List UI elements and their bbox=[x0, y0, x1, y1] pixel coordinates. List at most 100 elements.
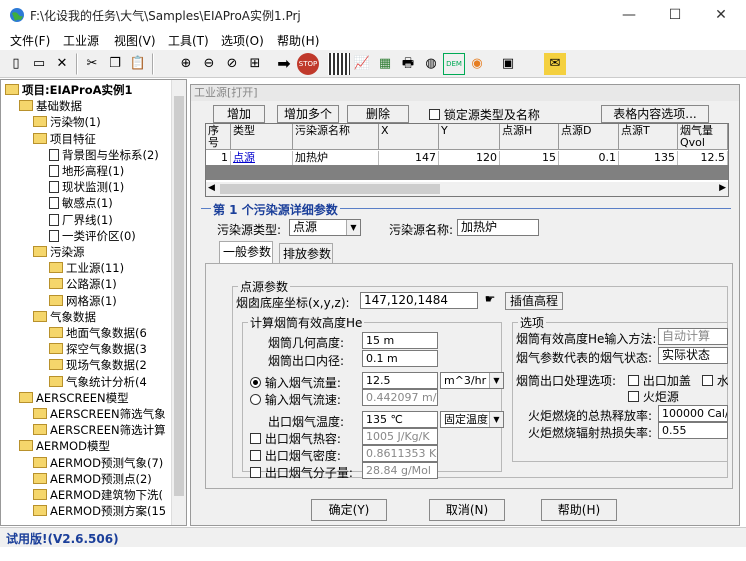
tab-emission[interactable]: 排放参数 bbox=[279, 243, 333, 263]
interp-elevation-button[interactable]: 插值高程 bbox=[505, 292, 563, 310]
table-cell[interactable]: 0.1 bbox=[559, 151, 619, 165]
delete-icon[interactable]: ✕ bbox=[51, 53, 73, 75]
col-header[interactable]: X bbox=[379, 124, 439, 150]
add-button[interactable]: 增加 bbox=[213, 105, 265, 123]
tree-item[interactable]: AERSCREEN筛选计算 bbox=[33, 422, 166, 438]
menu-file[interactable]: 文件(F) bbox=[10, 32, 50, 49]
flare-checkbox[interactable]: 火炬源 bbox=[628, 388, 679, 405]
tree-item[interactable]: 厂界线(1) bbox=[49, 212, 113, 228]
stack-height-input[interactable]: 15 m bbox=[362, 332, 438, 349]
tree-item[interactable]: 网格源(1) bbox=[49, 293, 117, 309]
he-method-input[interactable]: 自动计算 bbox=[658, 328, 728, 345]
col-header[interactable]: 点源H bbox=[500, 124, 559, 150]
tree-item[interactable]: 气象统计分析(4 bbox=[49, 374, 147, 390]
tree-scrollbar[interactable] bbox=[171, 80, 186, 525]
scroll-thumb[interactable] bbox=[220, 184, 440, 194]
pick-hand-icon[interactable]: ☛ bbox=[478, 292, 502, 309]
temp-mode-select[interactable]: 固定温度 ▼ bbox=[440, 411, 504, 428]
menu-view[interactable]: 视图(V) bbox=[114, 32, 156, 49]
velocity-radio[interactable]: 输入烟气流速: bbox=[250, 391, 341, 408]
flow-radio[interactable]: 输入烟气流量: bbox=[250, 374, 341, 391]
paste-icon[interactable]: 📋 bbox=[127, 53, 149, 75]
menu-tools[interactable]: 工具(T) bbox=[168, 32, 209, 49]
col-header[interactable]: 序号 bbox=[206, 124, 231, 150]
table-cell[interactable]: 135 bbox=[619, 151, 678, 165]
cut-icon[interactable]: ✂ bbox=[81, 53, 103, 75]
globe-icon[interactable]: ◍ bbox=[420, 53, 442, 75]
menu-help[interactable]: 帮助(H) bbox=[277, 32, 319, 49]
molecular-weight-input[interactable]: 28.84 g/Mol bbox=[362, 462, 438, 479]
table-options-button[interactable]: 表格内容选项... bbox=[601, 105, 709, 123]
stop-icon[interactable]: STOP bbox=[297, 53, 319, 75]
tree-item[interactable]: AERSCREEN模型 bbox=[19, 390, 129, 406]
tree-item[interactable]: 地面气象数据(6 bbox=[49, 325, 147, 341]
new-icon[interactable]: ▯ bbox=[5, 53, 27, 75]
source-type-select[interactable]: 点源 ▼ bbox=[289, 219, 361, 236]
zoom-in-icon[interactable]: ⊕ bbox=[175, 53, 197, 75]
cancel-button[interactable]: 取消(N) bbox=[429, 499, 505, 521]
dem-icon[interactable]: DEM bbox=[443, 53, 465, 75]
project-tree[interactable]: 项目:EIAProA实例1 基础数据 污染物(1) 项目特征 背景图与坐标系(2) 地形高… bbox=[0, 79, 187, 526]
source-name-input[interactable]: 加热炉 bbox=[457, 219, 539, 236]
tree-item[interactable]: 项目特征 bbox=[33, 131, 96, 147]
tree-item[interactable]: 项目:EIAProA实例1 bbox=[5, 82, 133, 98]
col-header[interactable]: 点源D bbox=[559, 124, 619, 150]
source-table[interactable]: 序号 类型 污染源名称 X Y 点源H 点源D 点源T 烟气量Qvol 1 点源… bbox=[205, 123, 729, 197]
flow-input[interactable]: 12.5 bbox=[362, 372, 438, 389]
menu-industrial-source[interactable]: 工业源 bbox=[63, 32, 99, 49]
tree-item[interactable]: AERMOD预测点(2) bbox=[33, 471, 152, 487]
tab-general[interactable]: 一般参数 bbox=[219, 241, 273, 263]
horizontal-checkbox[interactable]: 水平 bbox=[702, 372, 728, 389]
chart-icon[interactable]: 📈 bbox=[351, 53, 373, 75]
tree-item[interactable]: AERSCREEN筛选气象 bbox=[33, 406, 166, 422]
tree-item[interactable]: AERMOD模型 bbox=[19, 438, 110, 454]
scroll-right-icon[interactable]: ▶ bbox=[719, 183, 726, 193]
stack-diameter-input[interactable]: 0.1 m bbox=[362, 350, 438, 367]
density-checkbox[interactable]: 出口烟气密度: bbox=[250, 447, 341, 464]
calc-icon[interactable]: ▦ bbox=[374, 53, 396, 75]
map-icon[interactable]: ✉ bbox=[544, 53, 566, 75]
tree-item[interactable]: 公路源(1) bbox=[49, 276, 117, 292]
tree-item[interactable]: 现场气象数据(2 bbox=[49, 357, 147, 373]
zoom-window-icon[interactable]: ⊞ bbox=[244, 53, 266, 75]
tree-item[interactable]: AERMOD预测方案(15 bbox=[33, 503, 166, 519]
tree-item[interactable]: 地形高程(1) bbox=[49, 163, 124, 179]
tree-item[interactable]: 基础数据 bbox=[19, 98, 82, 114]
tree-item[interactable]: 探空气象数据(3 bbox=[49, 341, 147, 357]
col-header[interactable]: 点源T bbox=[619, 124, 678, 150]
tree-item[interactable]: 背景图与坐标系(2) bbox=[49, 147, 159, 163]
col-header[interactable]: 污染源名称 bbox=[293, 124, 379, 150]
tree-item[interactable]: 敏感点(1) bbox=[49, 195, 113, 211]
open-icon[interactable]: ▭ bbox=[28, 53, 50, 75]
base-coord-input[interactable]: 147,120,1484 bbox=[360, 292, 478, 309]
delete-button[interactable]: 删除 bbox=[347, 105, 409, 123]
exit-temp-input[interactable]: 135 ℃ bbox=[362, 411, 438, 428]
menu-options[interactable]: 选项(O) bbox=[221, 32, 264, 49]
tree-item[interactable]: 工业源(11) bbox=[49, 260, 124, 276]
velocity-input[interactable]: 0.442097 m/s bbox=[362, 389, 438, 406]
tree-item[interactable]: 现状监测(1) bbox=[49, 179, 124, 195]
col-header[interactable]: 烟气量Qvol bbox=[678, 124, 728, 150]
heat-capacity-input[interactable]: 1005 J/Kg/K bbox=[362, 428, 438, 445]
cap-checkbox[interactable]: 出口加盖 bbox=[628, 372, 691, 389]
table-cell[interactable]: 120 bbox=[439, 151, 500, 165]
tree-item[interactable]: 气象数据 bbox=[33, 309, 96, 325]
table-cell[interactable]: 12.5 bbox=[678, 151, 728, 165]
col-header[interactable]: 类型 bbox=[231, 124, 293, 150]
close-button[interactable]: ✕ bbox=[698, 2, 744, 28]
lock-checkbox[interactable]: 锁定源类型及名称 bbox=[429, 106, 540, 123]
col-header[interactable]: Y bbox=[439, 124, 500, 150]
print-icon[interactable]: 🖶 bbox=[397, 53, 419, 75]
heat-capacity-checkbox[interactable]: 出口烟气热容: bbox=[250, 430, 341, 447]
tree-scroll-thumb[interactable] bbox=[174, 96, 184, 496]
table-cell[interactable]: 加热炉 bbox=[293, 151, 379, 165]
table-hscrollbar[interactable]: ◀ ▶ bbox=[206, 182, 728, 196]
tree-item[interactable]: 一类评价区(0) bbox=[49, 228, 136, 244]
table-cell[interactable]: 点源 bbox=[231, 151, 293, 165]
color-icon[interactable]: ◉ bbox=[466, 53, 488, 75]
flare-loss-input[interactable]: 0.55 bbox=[658, 422, 728, 439]
ok-button[interactable]: 确定(Y) bbox=[311, 499, 387, 521]
maximize-button[interactable]: ☐ bbox=[652, 2, 698, 28]
tree-item[interactable]: AERMOD建筑物下洗( bbox=[33, 487, 163, 503]
tree-item[interactable]: AERMOD预测气象(7) bbox=[33, 455, 163, 471]
